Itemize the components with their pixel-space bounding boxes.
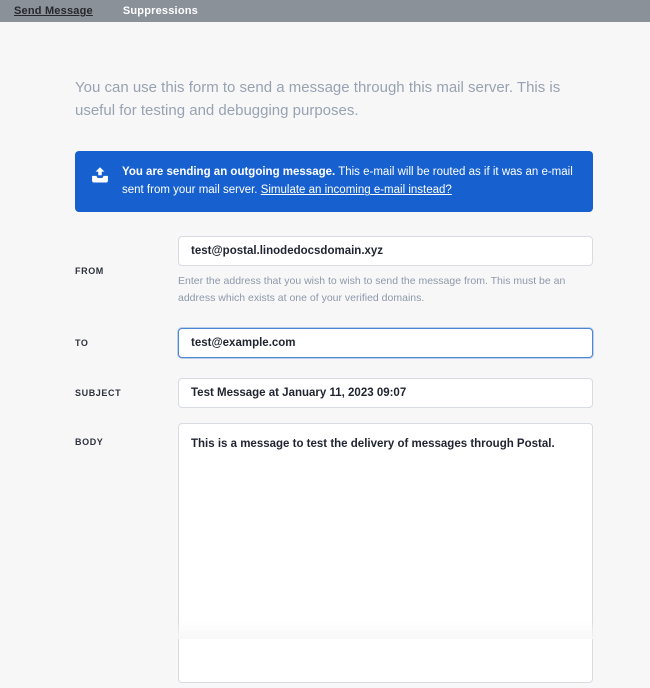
top-tab-bar: Send Message Suppressions (0, 0, 650, 22)
outgoing-message-alert: You are sending an outgoing message. Thi… (75, 151, 593, 213)
body-label: BODY (75, 423, 178, 447)
body-row: BODY This is a message to test the deliv… (75, 423, 593, 688)
alert-text: You are sending an outgoing message. Thi… (122, 163, 579, 201)
from-label: FROM (75, 266, 178, 276)
tab-suppressions[interactable]: Suppressions (123, 5, 198, 17)
simulate-incoming-link[interactable]: Simulate an incoming e-mail instead? (261, 184, 452, 196)
body-textarea[interactable]: This is a message to test the delivery o… (178, 423, 593, 683)
to-input[interactable] (178, 328, 593, 358)
from-row: FROM Enter the address that you wish to … (75, 236, 593, 306)
subject-row: SUBJECT (75, 378, 593, 408)
subject-label: SUBJECT (75, 388, 178, 398)
tab-send-message[interactable]: Send Message (14, 5, 93, 17)
alert-lead: You are sending an outgoing message. (122, 166, 335, 178)
subject-input[interactable] (178, 378, 593, 408)
from-input[interactable] (178, 236, 593, 266)
from-help-text: Enter the address that you wish to wish … (178, 273, 578, 306)
to-row: TO (75, 328, 593, 358)
intro-text: You can use this form to send a message … (75, 76, 593, 123)
to-label: TO (75, 338, 178, 348)
send-message-form: You can use this form to send a message … (0, 22, 650, 688)
outbox-up-arrow-icon (89, 166, 111, 192)
